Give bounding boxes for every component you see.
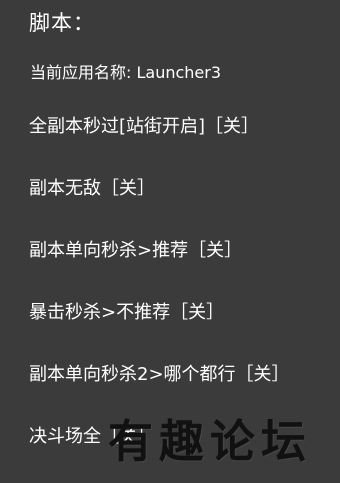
menu-item-one-way-instant-kill[interactable]: 副本单向秒杀>推荐［关］ <box>29 238 242 264</box>
menu-item-full-dungeon-instant-clear[interactable]: 全副本秒过[站街开启]［关］ <box>29 114 259 140</box>
menu-item-critical-instant-kill[interactable]: 暴击秒杀>不推荐［关］ <box>29 300 224 326</box>
script-menu: 全副本秒过[站街开启]［关］ 副本无敌［关］ 副本单向秒杀>推荐［关］ 暴击秒杀… <box>0 0 340 483</box>
menu-item-one-way-instant-kill-2[interactable]: 副本单向秒杀2>哪个都行［关］ <box>29 362 290 388</box>
menu-item-dungeon-invincible[interactable]: 副本无敌［关］ <box>29 176 155 202</box>
forum-watermark-logo: 有趣论坛 <box>108 415 313 468</box>
